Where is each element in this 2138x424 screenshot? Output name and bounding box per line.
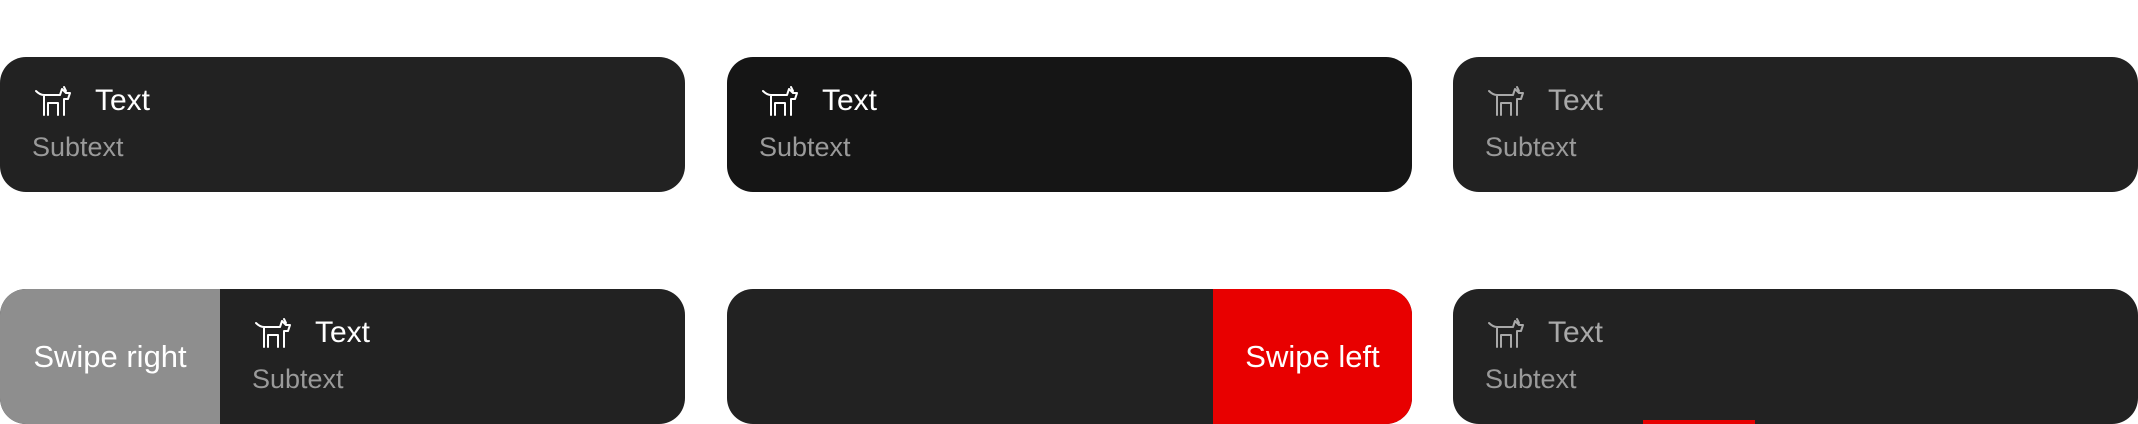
list-card-swipe-left[interactable]: Swipe left: [727, 289, 1412, 424]
dog-icon: [761, 83, 801, 119]
dog-icon: [1487, 83, 1527, 119]
card-title: Text: [822, 84, 878, 117]
swipe-left-action[interactable]: Swipe left: [1213, 289, 1412, 424]
card-title: Text: [1548, 84, 1604, 117]
card-subtitle: Subtext: [252, 364, 344, 394]
list-card-disabled: Text Subtext: [1453, 57, 2138, 192]
card-content: Text Subtext: [1453, 289, 2138, 424]
card-content: Text Subtext: [1453, 57, 2138, 192]
card-title: Text: [1548, 316, 1604, 349]
card-title: Text: [95, 84, 151, 117]
dog-icon: [1487, 315, 1527, 351]
dog-icon: [254, 315, 294, 351]
list-card-default[interactable]: Text Subtext: [0, 57, 685, 192]
list-card-disabled: Text Subtext: [1453, 289, 2138, 424]
list-card-swipe-right[interactable]: Swipe right Text Subtext: [0, 289, 685, 424]
card-subtitle: Subtext: [32, 132, 124, 162]
card-subtitle: Subtext: [759, 132, 851, 162]
card-content: Text Subtext: [220, 289, 685, 424]
card-subtitle: Subtext: [1485, 364, 1577, 394]
card-subtitle: Subtext: [1485, 132, 1577, 162]
swipe-right-action[interactable]: Swipe right: [0, 289, 220, 424]
list-card-pressed[interactable]: Text Subtext: [727, 57, 1412, 192]
dog-icon: [34, 83, 74, 119]
card-content: Text Subtext: [727, 57, 1412, 192]
progress-indicator: [1643, 420, 1755, 424]
card-title: Text: [315, 316, 371, 349]
card-content: Text Subtext: [0, 57, 685, 192]
